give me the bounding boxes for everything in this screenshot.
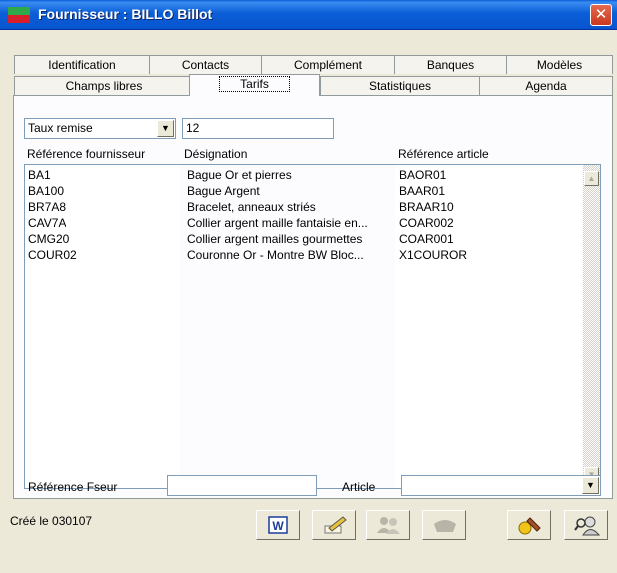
handshake-icon xyxy=(434,520,456,532)
app-icon xyxy=(8,7,30,23)
title-bar[interactable]: Fournisseur : BILLO Billot ✕ xyxy=(0,0,617,30)
created-date: Créé le 030107 xyxy=(10,514,93,528)
chevron-down-icon[interactable]: ▼ xyxy=(157,120,174,137)
row-article: COAR002 xyxy=(399,216,454,230)
row-article: X1COUROR xyxy=(399,248,468,262)
word-button[interactable]: W xyxy=(256,510,300,540)
window-title: Fournisseur : BILLO Billot xyxy=(38,6,213,22)
row-designation: Bracelet, anneaux striés xyxy=(187,200,316,214)
edit-pencil-icon xyxy=(324,516,347,534)
row-article: COAR001 xyxy=(399,232,454,246)
row-designation: Bague Argent xyxy=(187,184,260,198)
row-ref: BA100 xyxy=(28,184,65,198)
users-button[interactable] xyxy=(366,510,410,540)
search-user-button[interactable] xyxy=(564,510,608,540)
scroll-up-button[interactable]: ▲ xyxy=(584,171,599,186)
rate-value-input[interactable]: 12 xyxy=(182,118,334,139)
ref-fseur-label: Référence Fseur xyxy=(28,480,118,494)
edit-button[interactable] xyxy=(312,510,356,540)
tab-champs-libres[interactable]: Champs libres xyxy=(14,76,194,95)
supplier-window: Fournisseur : BILLO Billot ✕ Identificat… xyxy=(0,0,617,573)
col-header-designation[interactable]: Désignation xyxy=(184,147,247,161)
row-designation: Couronne Or - Montre BW Bloc... xyxy=(187,248,364,262)
rate-type-select[interactable]: Taux remise ▼ xyxy=(24,118,176,139)
row-designation: Bague Or et pierres xyxy=(187,168,292,182)
row-ref: CAV7A xyxy=(28,216,67,230)
search-user-icon xyxy=(574,516,601,536)
tab-identification[interactable]: Identification xyxy=(14,55,150,74)
users-icon xyxy=(377,517,400,534)
row-ref: COUR02 xyxy=(28,248,77,262)
tab-complement[interactable]: Complément xyxy=(261,55,395,74)
article-select[interactable]: ▼ xyxy=(401,475,601,496)
table-row[interactable]: BR7A8 Bracelet, anneaux striés BRAAR10 xyxy=(25,199,585,215)
tools-icon xyxy=(518,517,541,535)
tab-banques[interactable]: Banques xyxy=(394,55,507,74)
row-ref: BR7A8 xyxy=(28,200,67,214)
table-row[interactable]: BA1 Bague Or et pierres BAOR01 xyxy=(25,167,585,183)
row-article: BRAAR10 xyxy=(399,200,454,214)
handshake-button[interactable] xyxy=(422,510,466,540)
vertical-scrollbar[interactable]: ▲ ▼ xyxy=(583,165,600,488)
tarifs-list[interactable]: BA1 Bague Or et pierres BAOR01 BA100 Bag… xyxy=(24,164,601,489)
tab-modeles[interactable]: Modèles xyxy=(506,55,613,74)
col-header-ref-article[interactable]: Référence article xyxy=(398,147,489,161)
row-article: BAAR01 xyxy=(399,184,446,198)
tab-statistiques[interactable]: Statistiques xyxy=(320,76,480,95)
row-designation: Collier argent maille fantaisie en... xyxy=(187,216,368,230)
close-button[interactable]: ✕ xyxy=(590,4,612,26)
row-article: BAOR01 xyxy=(399,168,447,182)
svg-text:W: W xyxy=(272,519,284,533)
ref-fseur-input[interactable] xyxy=(167,475,317,496)
close-icon: ✕ xyxy=(594,6,608,23)
table-row[interactable]: COUR02 Couronne Or - Montre BW Bloc... X… xyxy=(25,247,585,263)
table-row[interactable]: BA100 Bague Argent BAAR01 xyxy=(25,183,585,199)
row-ref: CMG20 xyxy=(28,232,70,246)
row-ref: BA1 xyxy=(28,168,51,182)
article-label: Article xyxy=(342,480,376,494)
chevron-down-icon[interactable]: ▼ xyxy=(582,477,599,494)
tools-button[interactable] xyxy=(507,510,551,540)
row-designation: Collier argent mailles gourmettes xyxy=(187,232,363,246)
tab-contacts[interactable]: Contacts xyxy=(149,55,262,74)
rate-type-value: Taux remise xyxy=(28,121,93,135)
tab-agenda[interactable]: Agenda xyxy=(479,76,613,95)
table-row[interactable]: CAV7A Collier argent maille fantaisie en… xyxy=(25,215,585,231)
word-icon: W xyxy=(268,516,288,534)
table-row[interactable]: CMG20 Collier argent mailles gourmettes … xyxy=(25,231,585,247)
tab-tarifs[interactable]: Tarifs xyxy=(189,74,320,96)
col-header-ref-fournisseur[interactable]: Référence fournisseur xyxy=(27,147,145,161)
